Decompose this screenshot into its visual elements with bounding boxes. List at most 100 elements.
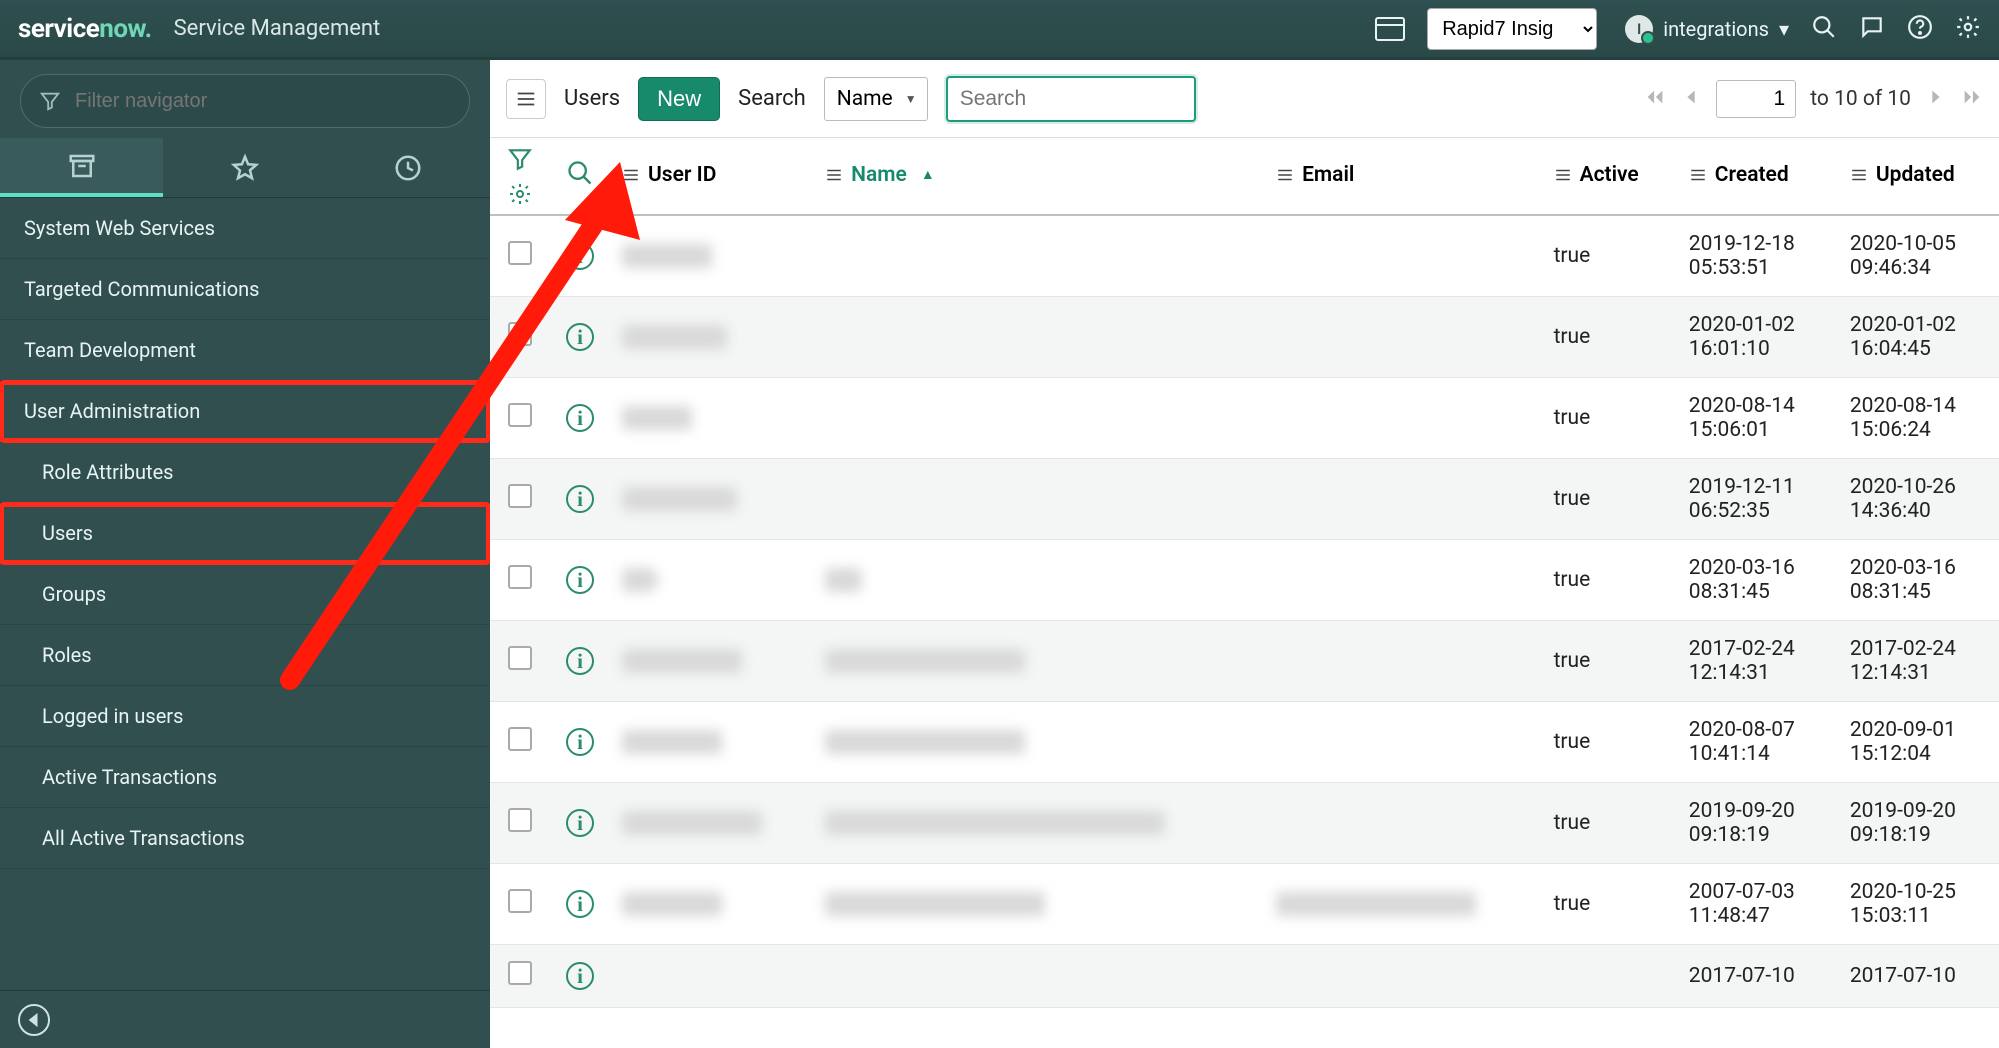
info-icon[interactable]: i	[566, 242, 594, 270]
nav-item[interactable]: System Web Services	[0, 198, 490, 259]
nav-collapse-button[interactable]	[18, 1004, 50, 1036]
table-row[interactable]: i■■■■■■true2020-03-1608:31:452020-03-160…	[490, 540, 1999, 621]
nav-item[interactable]: All Active Transactions	[0, 808, 490, 869]
row-checkbox[interactable]	[508, 646, 532, 670]
brand-block: servicenow. Service Management	[18, 14, 380, 44]
row-checkbox[interactable]	[508, 889, 532, 913]
personalize-icon[interactable]	[508, 182, 532, 206]
pager-first-icon[interactable]	[1644, 86, 1666, 112]
filter-icon[interactable]	[507, 146, 533, 172]
search-label: Search	[738, 86, 806, 111]
row-checkbox[interactable]	[508, 565, 532, 589]
nav-item[interactable]: Users	[0, 503, 490, 564]
col-active[interactable]: Active	[1542, 138, 1677, 215]
cell-user-id	[610, 945, 813, 1008]
cell-user-id: ■■■	[610, 378, 813, 459]
info-icon[interactable]: i	[566, 485, 594, 513]
nav-item[interactable]: Role Attributes	[0, 442, 490, 503]
filter-navigator-input[interactable]	[75, 90, 451, 113]
cell-updated: 2020-08-1415:06:24	[1838, 378, 1999, 459]
table-row[interactable]: i2017-07-102017-07-10	[490, 945, 1999, 1008]
search-icon[interactable]	[1811, 14, 1837, 44]
row-checkbox[interactable]	[508, 727, 532, 751]
new-button[interactable]: New	[638, 77, 720, 121]
brand-prefix: service	[18, 14, 99, 44]
row-checkbox[interactable]	[508, 808, 532, 832]
table-row[interactable]: i■■■true2019-12-1805:53:512020-10-0509:4…	[490, 215, 1999, 297]
info-icon[interactable]: i	[566, 728, 594, 756]
nav-item[interactable]: User Administration	[0, 381, 490, 442]
nav-item[interactable]: Groups	[0, 564, 490, 625]
col-name-label: Name	[851, 163, 907, 187]
nav-item[interactable]: Active Transactions	[0, 747, 490, 808]
column-search-icon[interactable]	[566, 159, 594, 187]
list-menu-button[interactable]	[506, 79, 546, 119]
pager-next-icon[interactable]	[1925, 86, 1947, 112]
gear-icon[interactable]	[1955, 14, 1981, 44]
app-picker-icon[interactable]	[1375, 17, 1405, 41]
cell-active: true	[1542, 702, 1677, 783]
cell-email	[1264, 945, 1541, 1008]
cell-email	[1264, 459, 1541, 540]
nav-item[interactable]: Logged in users	[0, 686, 490, 747]
info-icon[interactable]: i	[566, 566, 594, 594]
info-icon[interactable]: i	[566, 404, 594, 432]
row-checkbox[interactable]	[508, 403, 532, 427]
row-checkbox[interactable]	[508, 241, 532, 265]
col-created[interactable]: Created	[1677, 138, 1838, 215]
filter-navigator[interactable]	[20, 74, 470, 128]
left-nav: System Web ServicesTargeted Communicatio…	[0, 60, 490, 1048]
nav-tab-favorites[interactable]	[163, 138, 326, 197]
cell-active: true	[1542, 540, 1677, 621]
cell-name	[813, 378, 1264, 459]
user-menu[interactable]: I integrations ▾	[1625, 15, 1789, 43]
info-icon[interactable]: i	[566, 323, 594, 351]
cell-updated: 2020-09-0115:12:04	[1838, 702, 1999, 783]
nav-tab-history[interactable]	[327, 138, 490, 197]
table-row[interactable]: i■■■■■■true2017-02-2412:14:312017-02-241…	[490, 621, 1999, 702]
info-icon[interactable]: i	[566, 962, 594, 990]
chat-icon[interactable]	[1859, 14, 1885, 44]
cell-active: true	[1542, 783, 1677, 864]
app-selector[interactable]: Rapid7 Insig	[1427, 8, 1597, 50]
col-email[interactable]: Email	[1264, 138, 1541, 215]
cell-created: 2019-12-1106:52:35	[1677, 459, 1838, 540]
pager-last-icon[interactable]	[1961, 86, 1983, 112]
nav-item[interactable]: Team Development	[0, 320, 490, 381]
user-label: integrations	[1663, 17, 1769, 41]
brand-suffix: now	[99, 14, 144, 44]
nav-item[interactable]: Targeted Communications	[0, 259, 490, 320]
row-checkbox[interactable]	[508, 322, 532, 346]
sort-asc-icon: ▲	[921, 166, 935, 183]
pager-prev-icon[interactable]	[1680, 86, 1702, 112]
search-field-select[interactable]: Name	[824, 77, 928, 121]
info-icon[interactable]: i	[566, 647, 594, 675]
search-input[interactable]	[946, 76, 1196, 122]
table-row[interactable]: i■■■■■■■■■true2007-07-0311:48:472020-10-…	[490, 864, 1999, 945]
table-row[interactable]: i■■■■■■true2020-08-0710:41:142020-09-011…	[490, 702, 1999, 783]
nav-tab-all[interactable]	[0, 138, 163, 197]
row-checkbox[interactable]	[508, 484, 532, 508]
help-icon[interactable]	[1907, 14, 1933, 44]
cell-active: true	[1542, 621, 1677, 702]
col-name[interactable]: Name ▲	[813, 138, 1264, 215]
table-row[interactable]: i■■■true2019-12-1106:52:352020-10-2614:3…	[490, 459, 1999, 540]
col-user-id[interactable]: User ID	[610, 138, 813, 215]
table-row[interactable]: i■■■■■■true2019-09-2009:18:192019-09-200…	[490, 783, 1999, 864]
pager-page-input[interactable]	[1716, 80, 1796, 118]
nav-item[interactable]: Roles	[0, 625, 490, 686]
search-field-value: Name	[837, 87, 893, 111]
table-row[interactable]: i■■■true2020-01-0216:01:102020-01-0216:0…	[490, 297, 1999, 378]
cell-updated: 2019-09-2009:18:19	[1838, 783, 1999, 864]
cell-user-id: ■■■	[610, 459, 813, 540]
info-icon[interactable]: i	[566, 809, 594, 837]
info-icon[interactable]: i	[566, 890, 594, 918]
cell-active: true	[1542, 864, 1677, 945]
col-updated[interactable]: Updated	[1838, 138, 1999, 215]
table-row[interactable]: i■■■true2020-08-1415:06:012020-08-1415:0…	[490, 378, 1999, 459]
row-checkbox[interactable]	[508, 961, 532, 985]
cell-user-id: ■■■	[610, 621, 813, 702]
pager: to 10 of 10	[1644, 80, 1983, 118]
list-toolbar: Users New Search Name to 10 of 10	[490, 60, 1999, 138]
star-icon	[230, 153, 260, 183]
